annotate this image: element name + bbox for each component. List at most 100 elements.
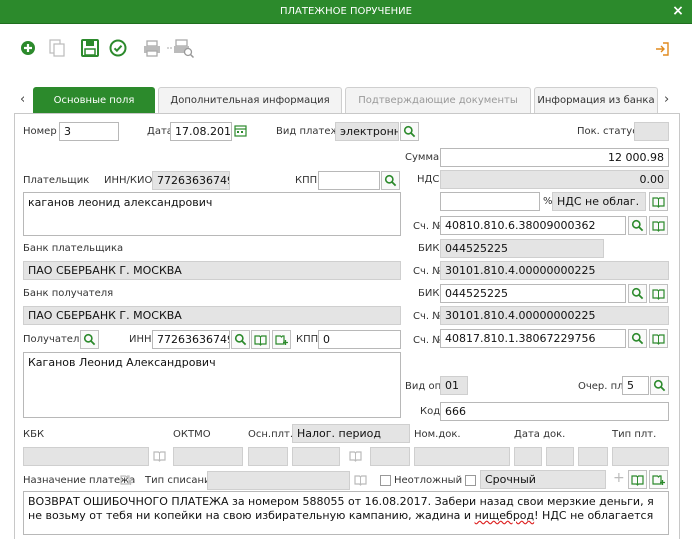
- purpose-text-part2: ! НДС не облагается: [534, 509, 654, 522]
- tip-spis-label: Тип списания: [145, 475, 217, 486]
- nds-option-field[interactable]: НДС не облаг.: [552, 192, 646, 211]
- payee-label: Получатель: [23, 334, 86, 345]
- pok-status-field[interactable]: [634, 122, 669, 141]
- payee-corr-field[interactable]: 30101.810.4.00000000225: [440, 306, 669, 325]
- date-input[interactable]: 17.08.2017: [170, 122, 232, 141]
- payee-inn-input[interactable]: 772636367499: [152, 330, 230, 349]
- confirm-button[interactable]: [108, 38, 128, 58]
- ocher-input[interactable]: 5: [622, 376, 649, 395]
- print-button[interactable]: [142, 38, 162, 58]
- srochny-field[interactable]: Срочный: [480, 470, 606, 489]
- book-icon: [254, 335, 267, 346]
- copy-button[interactable]: [47, 38, 67, 58]
- book-icon: [652, 334, 665, 345]
- nom-dok-field[interactable]: [414, 447, 510, 466]
- nds-percent-input[interactable]: [440, 192, 540, 211]
- osn-plt-label: Осн.плт.: [248, 429, 294, 440]
- nds-field[interactable]: 0.00: [440, 170, 669, 189]
- urgent-checkbox[interactable]: [380, 475, 391, 486]
- search-icon: [631, 287, 644, 300]
- payee-bank-label: Банк получателя: [23, 288, 114, 299]
- tip-spis-book-button[interactable]: [352, 471, 371, 490]
- calendar-button[interactable]: [232, 122, 251, 141]
- payer-account-book-button[interactable]: [649, 216, 668, 235]
- payer-account-input[interactable]: 40810.810.6.38009000362: [440, 216, 626, 235]
- kod-input[interactable]: 666: [440, 402, 669, 421]
- payee-bik-search-button[interactable]: [628, 284, 647, 303]
- tab-bank-info[interactable]: Информация из банка: [534, 87, 658, 113]
- payee-account-search-button[interactable]: [628, 329, 647, 348]
- osn-field-2[interactable]: [292, 447, 340, 466]
- vid-op-field[interactable]: 01: [440, 376, 468, 395]
- payee-kpp-label: КПП: [296, 334, 319, 345]
- close-button[interactable]: ×: [670, 4, 686, 20]
- print-preview-button[interactable]: [166, 38, 196, 58]
- purpose-book-button[interactable]: [628, 470, 647, 489]
- purpose-add-book-button[interactable]: [118, 471, 137, 490]
- tab-confirming-docs[interactable]: Подтверждающие документы: [345, 87, 531, 113]
- book-icon: [354, 475, 367, 486]
- payee-name-textarea[interactable]: Каганов Леонид Александрович: [23, 352, 401, 418]
- payee-bik-book-button[interactable]: [649, 284, 668, 303]
- ocher-label: Очер. пл.: [578, 381, 627, 392]
- search-icon: [234, 333, 247, 346]
- tip-plt-label: Тип плт.: [612, 429, 657, 440]
- exit-button[interactable]: [654, 41, 670, 57]
- payer-label: Плательщик: [23, 175, 90, 186]
- payee-account-input[interactable]: 40817.810.1.38067229756: [440, 329, 626, 348]
- osn-book-button[interactable]: [347, 447, 366, 466]
- tab-scroll-left-icon[interactable]: ‹: [20, 92, 25, 107]
- tab-additional-info[interactable]: Дополнительная информация: [158, 87, 342, 113]
- payer-bik-field[interactable]: 044525225: [440, 239, 604, 258]
- oktmo-field[interactable]: [173, 447, 243, 466]
- payer-account-search-button[interactable]: [628, 216, 647, 235]
- payment-type-search-button[interactable]: [400, 122, 419, 141]
- payee-bank-field[interactable]: ПАО СБЕРБАНК Г. МОСКВА: [23, 306, 401, 325]
- save-button[interactable]: [80, 38, 100, 58]
- sum-input[interactable]: 12 000.98: [440, 148, 669, 167]
- payer-kpp-search-button[interactable]: [381, 171, 400, 190]
- tip-plt-field[interactable]: [612, 447, 669, 466]
- search-icon: [653, 379, 666, 392]
- payer-bank-field[interactable]: ПАО СБЕРБАНК Г. МОСКВА: [23, 261, 401, 280]
- osn-field-1[interactable]: [248, 447, 288, 466]
- payer-kpp-label: КПП: [295, 175, 318, 186]
- osn-plt-field[interactable]: Налог. период: [292, 424, 410, 443]
- payee-inn-add-book-button[interactable]: [272, 330, 291, 349]
- kbk-book-button[interactable]: [151, 447, 170, 466]
- date-dok-day-field[interactable]: [514, 447, 542, 466]
- date-dok-year-field[interactable]: [578, 447, 608, 466]
- book-icon: [652, 197, 665, 208]
- kbk-field[interactable]: [23, 447, 149, 466]
- payer-corr-field[interactable]: 30101.810.4.00000000225: [440, 261, 669, 280]
- payment-type-field[interactable]: электронно: [335, 122, 399, 141]
- tab-scroll-right-icon[interactable]: ›: [664, 92, 669, 107]
- book-add-icon: [652, 475, 665, 485]
- search-icon: [83, 333, 96, 346]
- tip-spis-field[interactable]: [207, 471, 350, 490]
- tab-main-fields[interactable]: Основные поля: [33, 87, 155, 113]
- add-button[interactable]: [18, 38, 38, 58]
- payer-name-textarea[interactable]: каганов леонид александрович: [23, 192, 401, 236]
- payee-inn-search-button[interactable]: [231, 330, 250, 349]
- osn-field-3[interactable]: [370, 447, 410, 466]
- search-icon: [403, 125, 416, 138]
- date-dok-month-field[interactable]: [546, 447, 574, 466]
- sum-label: Сумма: [405, 152, 440, 163]
- number-input[interactable]: 3: [59, 122, 119, 141]
- payee-account-book-button[interactable]: [649, 329, 668, 348]
- payer-kpp-input[interactable]: [318, 171, 380, 190]
- purpose-textarea[interactable]: ВОЗВРАТ ОШИБОЧНОГО ПЛАТЕЖА за номером 58…: [23, 491, 669, 535]
- payee-inn-book-button[interactable]: [251, 330, 270, 349]
- book-icon: [652, 289, 665, 300]
- srochny-checkbox[interactable]: [465, 475, 476, 486]
- payee-kpp-input[interactable]: 0: [318, 330, 401, 349]
- payee-search-button[interactable]: [80, 330, 99, 349]
- payee-bik-input[interactable]: 044525225: [440, 284, 626, 303]
- plus-icon[interactable]: +: [613, 471, 625, 485]
- ocher-search-button[interactable]: [650, 376, 669, 395]
- nds-book-button[interactable]: [649, 192, 668, 211]
- nds-label: НДС: [417, 174, 440, 185]
- payer-inn-field[interactable]: 772636367499: [152, 171, 230, 190]
- purpose-add-button[interactable]: [649, 470, 668, 489]
